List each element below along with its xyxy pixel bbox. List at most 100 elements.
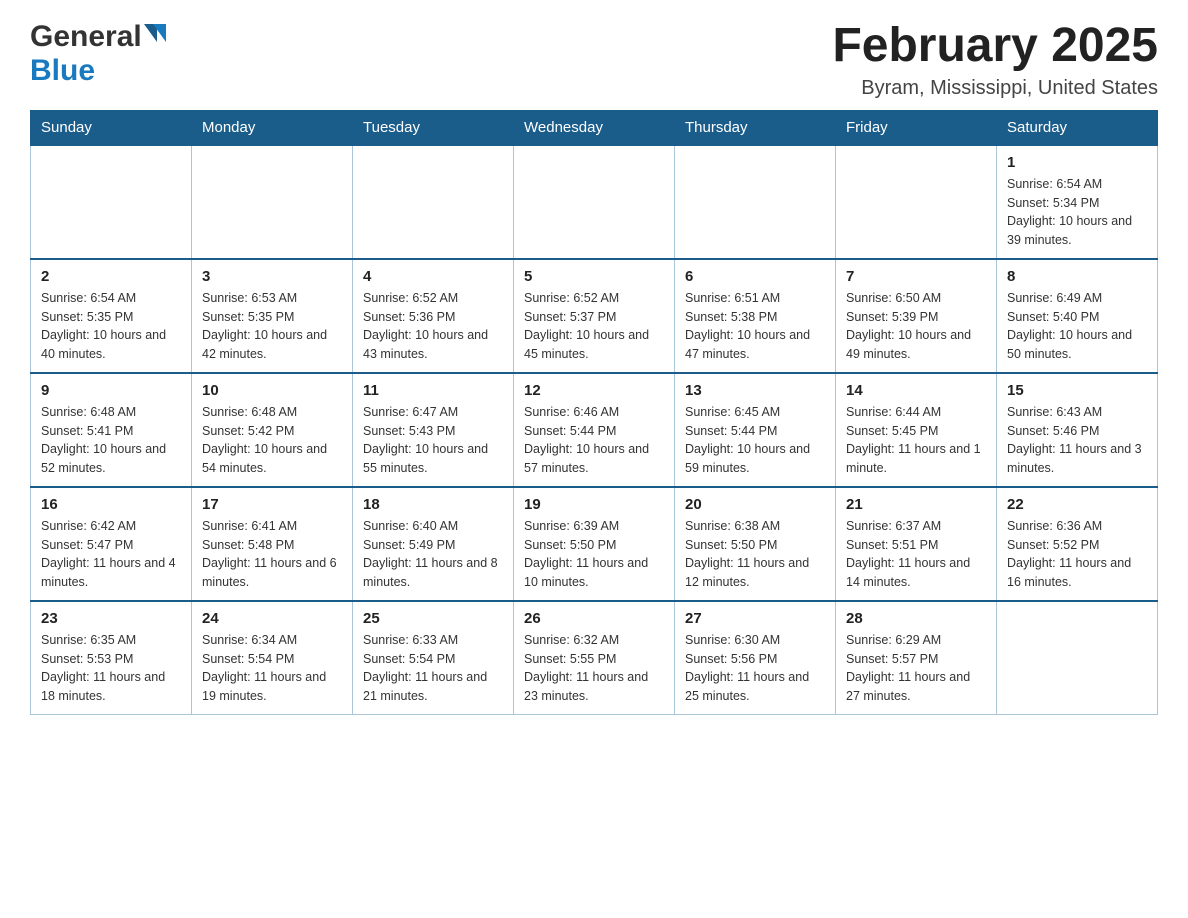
day-info: Sunrise: 6:33 AM Sunset: 5:54 PM Dayligh… <box>363 631 503 706</box>
day-info: Sunrise: 6:41 AM Sunset: 5:48 PM Dayligh… <box>202 517 342 592</box>
calendar-week-1: 1 Sunrise: 6:54 AM Sunset: 5:34 PM Daylig… <box>31 145 1158 259</box>
day-number: 3 <box>202 268 342 285</box>
calendar-cell: 9Sunrise: 6:48 AM Sunset: 5:41 PM Daylig… <box>31 373 192 487</box>
calendar-cell: 18 Sunrise: 6:40 AM Sunset: 5:49 PM Dayli… <box>353 487 514 601</box>
calendar-cell <box>514 145 675 259</box>
calendar-cell: 8 Sunrise: 6:49 AM Sunset: 5:40 PM Daylig… <box>997 259 1158 373</box>
calendar-cell <box>675 145 836 259</box>
day-info: Sunrise: 6:52 AM Sunset: 5:37 PM Dayligh… <box>524 289 664 364</box>
calendar-cell: 24Sunrise: 6:34 AM Sunset: 5:54 PM Dayli… <box>192 601 353 715</box>
day-number: 9 <box>41 382 181 399</box>
day-number: 27 <box>685 610 825 627</box>
day-header-thursday: Thursday <box>675 110 836 145</box>
calendar-cell: 16 Sunrise: 6:42 AM Sunset: 5:47 PM Dayli… <box>31 487 192 601</box>
day-info: Sunrise: 6:46 AM Sunset: 5:44 PM Dayligh… <box>524 403 664 478</box>
location-text: Byram, Mississippi, United States <box>832 77 1158 100</box>
calendar-cell: 19Sunrise: 6:39 AM Sunset: 5:50 PM Dayli… <box>514 487 675 601</box>
day-header-wednesday: Wednesday <box>514 110 675 145</box>
day-number: 4 <box>363 268 503 285</box>
day-info: Sunrise: 6:32 AM Sunset: 5:55 PM Dayligh… <box>524 631 664 706</box>
day-header-monday: Monday <box>192 110 353 145</box>
calendar-cell <box>353 145 514 259</box>
calendar-cell: 15 Sunrise: 6:43 AM Sunset: 5:46 PM Dayli… <box>997 373 1158 487</box>
day-number: 28 <box>846 610 986 627</box>
logo-blue-text: Blue <box>30 54 95 87</box>
calendar-cell: 21Sunrise: 6:37 AM Sunset: 5:51 PM Dayli… <box>836 487 997 601</box>
calendar-cell: 23 Sunrise: 6:35 AM Sunset: 5:53 PM Dayli… <box>31 601 192 715</box>
day-number: 26 <box>524 610 664 627</box>
logo-triangle-light <box>153 24 166 42</box>
day-header-sunday: Sunday <box>31 110 192 145</box>
day-info: Sunrise: 6:49 AM Sunset: 5:40 PM Dayligh… <box>1007 289 1147 364</box>
day-info: Sunrise: 6:30 AM Sunset: 5:56 PM Dayligh… <box>685 631 825 706</box>
day-info: Sunrise: 6:36 AM Sunset: 5:52 PM Dayligh… <box>1007 517 1147 592</box>
day-number: 7 <box>846 268 986 285</box>
calendar-cell <box>836 145 997 259</box>
day-number: 15 <box>1007 382 1147 399</box>
calendar-cell: 20Sunrise: 6:38 AM Sunset: 5:50 PM Dayli… <box>675 487 836 601</box>
day-number: 14 <box>846 382 986 399</box>
day-number: 24 <box>202 610 342 627</box>
calendar-cell: 12 Sunrise: 6:46 AM Sunset: 5:44 PM Dayli… <box>514 373 675 487</box>
day-info: Sunrise: 6:50 AM Sunset: 5:39 PM Dayligh… <box>846 289 986 364</box>
day-info: Sunrise: 6:47 AM Sunset: 5:43 PM Dayligh… <box>363 403 503 478</box>
calendar-cell <box>192 145 353 259</box>
day-number: 23 <box>41 610 181 627</box>
day-info: Sunrise: 6:39 AM Sunset: 5:50 PM Dayligh… <box>524 517 664 592</box>
day-info: Sunrise: 6:54 AM Sunset: 5:34 PM Dayligh… <box>1007 175 1147 250</box>
title-block: February 2025 Byram, Mississippi, United… <box>832 20 1158 100</box>
calendar-cell: 25 Sunrise: 6:33 AM Sunset: 5:54 PM Dayli… <box>353 601 514 715</box>
day-number: 13 <box>685 382 825 399</box>
day-number: 22 <box>1007 496 1147 513</box>
calendar-cell: 11 Sunrise: 6:47 AM Sunset: 5:43 PM Dayli… <box>353 373 514 487</box>
day-header-saturday: Saturday <box>997 110 1158 145</box>
day-number: 10 <box>202 382 342 399</box>
day-number: 5 <box>524 268 664 285</box>
calendar-week-5: 23 Sunrise: 6:35 AM Sunset: 5:53 PM Dayli… <box>31 601 1158 715</box>
day-number: 21 <box>846 496 986 513</box>
calendar-week-3: 9Sunrise: 6:48 AM Sunset: 5:41 PM Daylig… <box>31 373 1158 487</box>
calendar-cell: 13 Sunrise: 6:45 AM Sunset: 5:44 PM Dayli… <box>675 373 836 487</box>
day-number: 11 <box>363 382 503 399</box>
calendar-cell: 2Sunrise: 6:54 AM Sunset: 5:35 PM Daylig… <box>31 259 192 373</box>
calendar-cell: 14 Sunrise: 6:44 AM Sunset: 5:45 PM Dayli… <box>836 373 997 487</box>
calendar-cell: 27 Sunrise: 6:30 AM Sunset: 5:56 PM Dayli… <box>675 601 836 715</box>
day-number: 8 <box>1007 268 1147 285</box>
day-number: 25 <box>363 610 503 627</box>
calendar-cell: 22 Sunrise: 6:36 AM Sunset: 5:52 PM Dayli… <box>997 487 1158 601</box>
day-info: Sunrise: 6:42 AM Sunset: 5:47 PM Dayligh… <box>41 517 181 592</box>
calendar-week-2: 2Sunrise: 6:54 AM Sunset: 5:35 PM Daylig… <box>31 259 1158 373</box>
calendar-header-row: SundayMondayTuesdayWednesdayThursdayFrid… <box>31 110 1158 145</box>
day-info: Sunrise: 6:53 AM Sunset: 5:35 PM Dayligh… <box>202 289 342 364</box>
day-header-tuesday: Tuesday <box>353 110 514 145</box>
calendar-cell: 26 Sunrise: 6:32 AM Sunset: 5:55 PM Dayli… <box>514 601 675 715</box>
day-number: 18 <box>363 496 503 513</box>
day-number: 6 <box>685 268 825 285</box>
calendar-cell <box>997 601 1158 715</box>
day-info: Sunrise: 6:40 AM Sunset: 5:49 PM Dayligh… <box>363 517 503 592</box>
day-info: Sunrise: 6:52 AM Sunset: 5:36 PM Dayligh… <box>363 289 503 364</box>
day-header-friday: Friday <box>836 110 997 145</box>
day-number: 2 <box>41 268 181 285</box>
calendar-week-4: 16 Sunrise: 6:42 AM Sunset: 5:47 PM Dayli… <box>31 487 1158 601</box>
day-info: Sunrise: 6:35 AM Sunset: 5:53 PM Dayligh… <box>41 631 181 706</box>
logo-general-text: General <box>30 20 142 54</box>
day-info: Sunrise: 6:29 AM Sunset: 5:57 PM Dayligh… <box>846 631 986 706</box>
calendar-cell: 6 Sunrise: 6:51 AM Sunset: 5:38 PM Daylig… <box>675 259 836 373</box>
calendar-cell: 1 Sunrise: 6:54 AM Sunset: 5:34 PM Daylig… <box>997 145 1158 259</box>
month-title: February 2025 <box>832 20 1158 73</box>
calendar-cell: 4 Sunrise: 6:52 AM Sunset: 5:36 PM Daylig… <box>353 259 514 373</box>
calendar-cell: 17 Sunrise: 6:41 AM Sunset: 5:48 PM Dayli… <box>192 487 353 601</box>
day-number: 1 <box>1007 154 1147 171</box>
calendar-table: SundayMondayTuesdayWednesdayThursdayFrid… <box>30 110 1158 715</box>
day-info: Sunrise: 6:48 AM Sunset: 5:42 PM Dayligh… <box>202 403 342 478</box>
day-number: 17 <box>202 496 342 513</box>
day-info: Sunrise: 6:38 AM Sunset: 5:50 PM Dayligh… <box>685 517 825 592</box>
day-info: Sunrise: 6:43 AM Sunset: 5:46 PM Dayligh… <box>1007 403 1147 478</box>
day-info: Sunrise: 6:51 AM Sunset: 5:38 PM Dayligh… <box>685 289 825 364</box>
calendar-cell: 7 Sunrise: 6:50 AM Sunset: 5:39 PM Daylig… <box>836 259 997 373</box>
day-info: Sunrise: 6:44 AM Sunset: 5:45 PM Dayligh… <box>846 403 986 478</box>
day-info: Sunrise: 6:45 AM Sunset: 5:44 PM Dayligh… <box>685 403 825 478</box>
day-number: 12 <box>524 382 664 399</box>
day-number: 16 <box>41 496 181 513</box>
